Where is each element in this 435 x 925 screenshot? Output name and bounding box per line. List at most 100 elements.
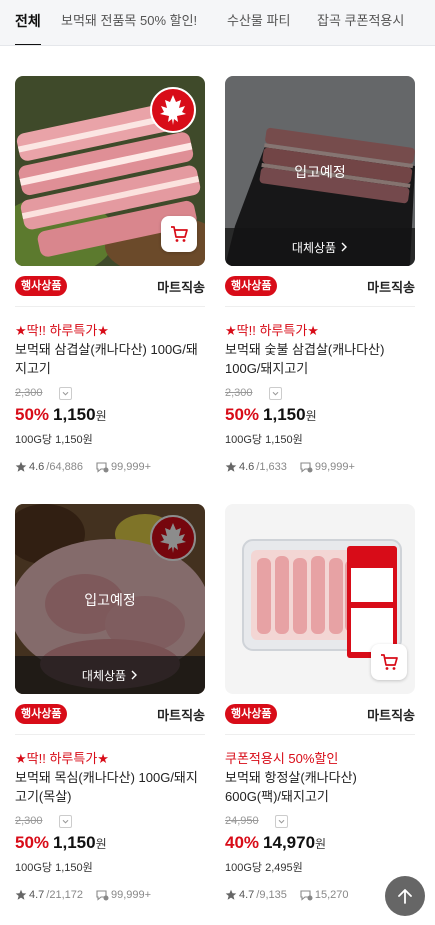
price-value: 1,150 bbox=[53, 405, 96, 424]
maple-leaf-icon bbox=[150, 87, 196, 133]
discount-rate: 40% bbox=[225, 833, 260, 852]
shipping-label: 마트직송 bbox=[367, 280, 415, 295]
sale-price: 50% 1,150원 bbox=[225, 405, 317, 427]
rating-score: 4.7 bbox=[29, 889, 45, 901]
cart-icon bbox=[171, 226, 188, 242]
category-tabs: 전체 보먹돼 전품목 50% 할인! 수산물 파티 잡곡 쿠폰적용시 bbox=[0, 0, 435, 46]
price-value: 14,970 bbox=[263, 833, 316, 852]
product-image[interactable] bbox=[225, 504, 415, 694]
product-image[interactable]: 입고예정 대체상품 bbox=[225, 76, 415, 266]
star-icon bbox=[15, 461, 27, 472]
unit-price: 100G당 2,495원 bbox=[225, 862, 303, 874]
out-of-stock-overlay: 입고예정 대체상품 bbox=[15, 504, 205, 694]
review-count: 15,270 bbox=[314, 889, 349, 901]
price-value: 1,150 bbox=[53, 833, 96, 852]
star-icon bbox=[225, 889, 237, 900]
tab-pork-sale[interactable]: 보먹돼 전품목 50% 할인! bbox=[61, 0, 197, 45]
chevron-down-icon[interactable] bbox=[59, 815, 72, 828]
original-price: 2,300 bbox=[15, 815, 43, 827]
original-price: 2,300 bbox=[15, 387, 43, 399]
alternative-product-button[interactable]: 대체상품 bbox=[15, 656, 205, 694]
unit-price: 100G당 1,150원 bbox=[15, 862, 93, 874]
out-of-stock-overlay: 입고예정 대체상품 bbox=[225, 76, 415, 266]
chevron-right-icon bbox=[131, 670, 138, 680]
chevron-right-icon bbox=[341, 242, 348, 252]
rating-score: 4.7 bbox=[239, 889, 255, 901]
add-to-cart-button[interactable] bbox=[371, 644, 407, 680]
rating-score: 4.6 bbox=[239, 461, 255, 473]
review-count: 99,999+ bbox=[314, 461, 355, 473]
event-badge: 행사상품 bbox=[15, 276, 68, 296]
rating-count: /9,135 bbox=[256, 889, 287, 901]
rating-count: /1,633 bbox=[256, 461, 287, 473]
product-image[interactable] bbox=[15, 76, 205, 266]
unit-price: 100G당 1,150원 bbox=[15, 434, 93, 446]
scroll-top-button[interactable] bbox=[385, 876, 425, 916]
tab-all[interactable]: 전체 bbox=[15, 0, 41, 45]
product-card[interactable]: 행사상품 마트직송 쿠폰적용시 50%할인 보먹돼 항정살(캐나다산) 600G… bbox=[225, 504, 415, 901]
shipping-label: 마트직송 bbox=[157, 708, 205, 723]
review-icon bbox=[96, 890, 109, 901]
divider bbox=[15, 306, 205, 307]
scroll-top-icon bbox=[398, 889, 412, 904]
unit-price: 100G당 1,150원 bbox=[225, 434, 303, 446]
discount-rate: 50% bbox=[15, 833, 50, 852]
product-name[interactable]: 보먹돼 삼겹살(캐나다산) 100G/돼지고기 bbox=[15, 340, 205, 378]
rating: 4.6/64,886 99,999+ bbox=[15, 461, 151, 473]
product-name[interactable]: 보먹돼 숯불 삼겹살(캐나다산) 100G/돼지고기 bbox=[225, 340, 415, 378]
rating: 4.7/21,172 99,999+ bbox=[15, 889, 151, 901]
currency: 원 bbox=[305, 409, 317, 423]
event-badge: 행사상품 bbox=[225, 276, 278, 296]
currency: 원 bbox=[95, 837, 107, 851]
tab-grain[interactable]: 잡곡 쿠폰적용시 bbox=[317, 0, 404, 45]
event-badge: 행사상품 bbox=[225, 704, 278, 724]
alternative-product-button[interactable]: 대체상품 bbox=[225, 228, 415, 266]
promo-text: ★딱!! 하루특가★ bbox=[15, 751, 109, 766]
review-count: 99,999+ bbox=[111, 461, 152, 473]
coming-soon-label: 입고예정 bbox=[294, 164, 346, 180]
divider bbox=[15, 734, 205, 735]
product-card[interactable]: 입고예정 대체상품 행사상품 마트직송 ★딱!! 하루특가★ 보먹돼 목심(캐나… bbox=[15, 504, 205, 901]
review-icon bbox=[300, 462, 313, 473]
product-name[interactable]: 보먹돼 항정살(캐나다산) 600G(팩)/돼지고기 bbox=[225, 768, 415, 806]
add-to-cart-button[interactable] bbox=[161, 216, 197, 252]
shipping-label: 마트직송 bbox=[157, 280, 205, 295]
cart-icon bbox=[381, 654, 398, 670]
review-count: 99,999+ bbox=[111, 889, 152, 901]
alternative-label: 대체상품 bbox=[81, 668, 127, 683]
rating-count: /21,172 bbox=[46, 889, 83, 901]
star-icon bbox=[225, 461, 237, 472]
rating-count: /64,886 bbox=[46, 461, 83, 473]
product-card[interactable]: 입고예정 대체상품 행사상품 마트직송 ★딱!! 하루특가★ 보먹돼 숯불 삼겹… bbox=[225, 76, 415, 473]
currency: 원 bbox=[95, 409, 107, 423]
chevron-down-icon[interactable] bbox=[269, 387, 282, 400]
promo-text: ★딱!! 하루특가★ bbox=[225, 323, 319, 338]
product-name[interactable]: 보먹돼 목심(캐나다산) 100G/돼지고기(목살) bbox=[15, 768, 205, 806]
promo-text: 쿠폰적용시 50%할인 bbox=[225, 751, 339, 766]
original-price: 24,950 bbox=[225, 815, 259, 827]
sale-price: 40% 14,970원 bbox=[225, 833, 326, 855]
rating: 4.7/9,135 15,270 bbox=[225, 889, 349, 901]
product-card[interactable]: 행사상품 마트직송 ★딱!! 하루특가★ 보먹돼 삼겹살(캐나다산) 100G/… bbox=[15, 76, 205, 473]
price-value: 1,150 bbox=[263, 405, 306, 424]
sale-price: 50% 1,150원 bbox=[15, 405, 107, 427]
promo-text: ★딱!! 하루특가★ bbox=[15, 323, 109, 338]
divider bbox=[225, 734, 415, 735]
tab-seafood[interactable]: 수산물 파티 bbox=[227, 0, 290, 45]
review-icon bbox=[300, 890, 313, 901]
review-icon bbox=[96, 462, 109, 473]
sale-price: 50% 1,150원 bbox=[15, 833, 107, 855]
original-price: 2,300 bbox=[225, 387, 253, 399]
event-badge: 행사상품 bbox=[15, 704, 68, 724]
discount-rate: 50% bbox=[15, 405, 50, 424]
currency: 원 bbox=[315, 837, 327, 851]
discount-rate: 50% bbox=[225, 405, 260, 424]
chevron-down-icon[interactable] bbox=[275, 815, 288, 828]
rating: 4.6/1,633 99,999+ bbox=[225, 461, 355, 473]
alternative-label: 대체상품 bbox=[291, 240, 337, 255]
divider bbox=[225, 306, 415, 307]
coming-soon-label: 입고예정 bbox=[84, 592, 136, 608]
chevron-down-icon[interactable] bbox=[59, 387, 72, 400]
rating-score: 4.6 bbox=[29, 461, 45, 473]
product-image[interactable]: 입고예정 대체상품 bbox=[15, 504, 205, 694]
